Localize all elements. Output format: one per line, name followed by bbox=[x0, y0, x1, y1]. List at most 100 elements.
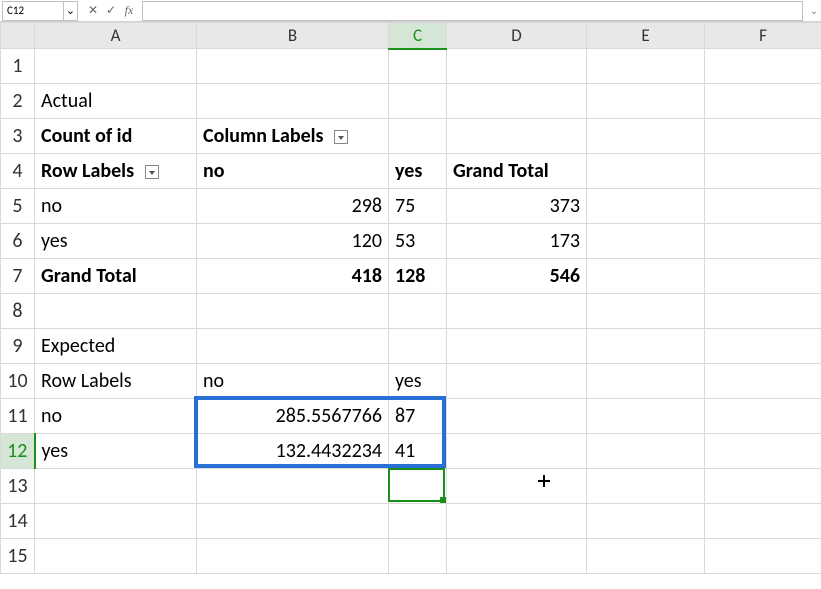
cell-B3[interactable]: Column Labels bbox=[197, 119, 389, 154]
cell-D15[interactable] bbox=[447, 539, 587, 574]
row-header-14[interactable]: 14 bbox=[1, 504, 35, 539]
cell-E11[interactable] bbox=[587, 399, 705, 434]
row-header-3[interactable]: 3 bbox=[1, 119, 35, 154]
cell-A12[interactable]: yes bbox=[35, 434, 197, 469]
cell-F15[interactable] bbox=[705, 539, 821, 574]
cell-A4[interactable]: Row Labels bbox=[35, 154, 197, 189]
cell-C5[interactable]: 75 bbox=[389, 189, 447, 224]
cell-E13[interactable] bbox=[587, 469, 705, 504]
formula-input[interactable] bbox=[142, 1, 803, 21]
cell-B12[interactable]: 132.4432234 bbox=[197, 434, 389, 469]
cell-E2[interactable] bbox=[587, 84, 705, 119]
cell-D6[interactable]: 173 bbox=[447, 224, 587, 259]
cell-A11[interactable]: no bbox=[35, 399, 197, 434]
cell-E7[interactable] bbox=[587, 259, 705, 294]
cell-A10[interactable]: Row Labels bbox=[35, 364, 197, 399]
row-header-4[interactable]: 4 bbox=[1, 154, 35, 189]
pivot-column-dropdown[interactable] bbox=[334, 130, 348, 144]
cell-F5[interactable] bbox=[705, 189, 821, 224]
row-header-9[interactable]: 9 bbox=[1, 329, 35, 364]
cell-D10[interactable] bbox=[447, 364, 587, 399]
cell-D5[interactable]: 373 bbox=[447, 189, 587, 224]
cell-B4[interactable]: no bbox=[197, 154, 389, 189]
cell-B2[interactable] bbox=[197, 84, 389, 119]
cell-D3[interactable] bbox=[447, 119, 587, 154]
cell-C6[interactable]: 53 bbox=[389, 224, 447, 259]
cell-C3[interactable] bbox=[389, 119, 447, 154]
cell-E5[interactable] bbox=[587, 189, 705, 224]
cell-D9[interactable] bbox=[447, 329, 587, 364]
cell-D2[interactable] bbox=[447, 84, 587, 119]
cell-A3[interactable]: Count of id bbox=[35, 119, 197, 154]
cell-A15[interactable] bbox=[35, 539, 197, 574]
cell-F10[interactable] bbox=[705, 364, 821, 399]
cell-F14[interactable] bbox=[705, 504, 821, 539]
cell-B11[interactable]: 285.5567766 bbox=[197, 399, 389, 434]
cancel-formula-button[interactable]: ✕ bbox=[84, 1, 102, 21]
pivot-row-dropdown[interactable] bbox=[145, 165, 159, 179]
cell-D1[interactable] bbox=[447, 49, 587, 84]
row-header-7[interactable]: 7 bbox=[1, 259, 35, 294]
col-header-C[interactable]: C bbox=[389, 23, 447, 49]
worksheet[interactable]: A B C D E F 1 2 Actual 3 Count of id Col… bbox=[0, 22, 821, 574]
cell-C11[interactable]: 87 bbox=[389, 399, 447, 434]
cell-C7[interactable]: 128 bbox=[389, 259, 447, 294]
cell-F6[interactable] bbox=[705, 224, 821, 259]
cell-C10[interactable]: yes bbox=[389, 364, 447, 399]
cell-D11[interactable] bbox=[447, 399, 587, 434]
cell-A13[interactable] bbox=[35, 469, 197, 504]
insert-function-button[interactable]: fx bbox=[120, 1, 138, 21]
col-header-B[interactable]: B bbox=[197, 23, 389, 49]
cell-E1[interactable] bbox=[587, 49, 705, 84]
cell-E15[interactable] bbox=[587, 539, 705, 574]
cell-F13[interactable] bbox=[705, 469, 821, 504]
cell-B15[interactable] bbox=[197, 539, 389, 574]
cell-E10[interactable] bbox=[587, 364, 705, 399]
cell-B1[interactable] bbox=[197, 49, 389, 84]
cell-F1[interactable] bbox=[705, 49, 821, 84]
cell-F4[interactable] bbox=[705, 154, 821, 189]
row-header-8[interactable]: 8 bbox=[1, 294, 35, 329]
cell-E3[interactable] bbox=[587, 119, 705, 154]
cell-F2[interactable] bbox=[705, 84, 821, 119]
row-header-15[interactable]: 15 bbox=[1, 539, 35, 574]
cell-E6[interactable] bbox=[587, 224, 705, 259]
spreadsheet-grid[interactable]: A B C D E F 1 2 Actual 3 Count of id Col… bbox=[0, 22, 821, 574]
cell-B9[interactable] bbox=[197, 329, 389, 364]
cell-B7[interactable]: 418 bbox=[197, 259, 389, 294]
cell-E14[interactable] bbox=[587, 504, 705, 539]
cell-A14[interactable] bbox=[35, 504, 197, 539]
cell-F7[interactable] bbox=[705, 259, 821, 294]
cell-B6[interactable]: 120 bbox=[197, 224, 389, 259]
cell-D8[interactable] bbox=[447, 294, 587, 329]
cell-D4[interactable]: Grand Total bbox=[447, 154, 587, 189]
row-header-11[interactable]: 11 bbox=[1, 399, 35, 434]
cell-A2[interactable]: Actual bbox=[35, 84, 197, 119]
row-header-12[interactable]: 12 bbox=[1, 434, 35, 469]
cell-C14[interactable] bbox=[389, 504, 447, 539]
cell-F8[interactable] bbox=[705, 294, 821, 329]
cell-A1[interactable] bbox=[35, 49, 197, 84]
cell-F9[interactable] bbox=[705, 329, 821, 364]
cell-C12[interactable]: 41 bbox=[389, 434, 447, 469]
col-header-F[interactable]: F bbox=[705, 23, 821, 49]
cell-F12[interactable] bbox=[705, 434, 821, 469]
cell-C13[interactable] bbox=[389, 469, 447, 504]
cell-F3[interactable] bbox=[705, 119, 821, 154]
cell-B8[interactable] bbox=[197, 294, 389, 329]
cell-D12[interactable] bbox=[447, 434, 587, 469]
cell-E8[interactable] bbox=[587, 294, 705, 329]
select-all-corner[interactable] bbox=[1, 23, 35, 49]
cell-F11[interactable] bbox=[705, 399, 821, 434]
cell-A5[interactable]: no bbox=[35, 189, 197, 224]
cell-C4[interactable]: yes bbox=[389, 154, 447, 189]
cell-C9[interactable] bbox=[389, 329, 447, 364]
cell-E12[interactable] bbox=[587, 434, 705, 469]
cell-B10[interactable]: no bbox=[197, 364, 389, 399]
cell-C8[interactable] bbox=[389, 294, 447, 329]
cell-A9[interactable]: Expected bbox=[35, 329, 197, 364]
cell-C1[interactable] bbox=[389, 49, 447, 84]
cell-A7[interactable]: Grand Total bbox=[35, 259, 197, 294]
row-header-10[interactable]: 10 bbox=[1, 364, 35, 399]
confirm-formula-button[interactable]: ✓ bbox=[102, 1, 120, 21]
